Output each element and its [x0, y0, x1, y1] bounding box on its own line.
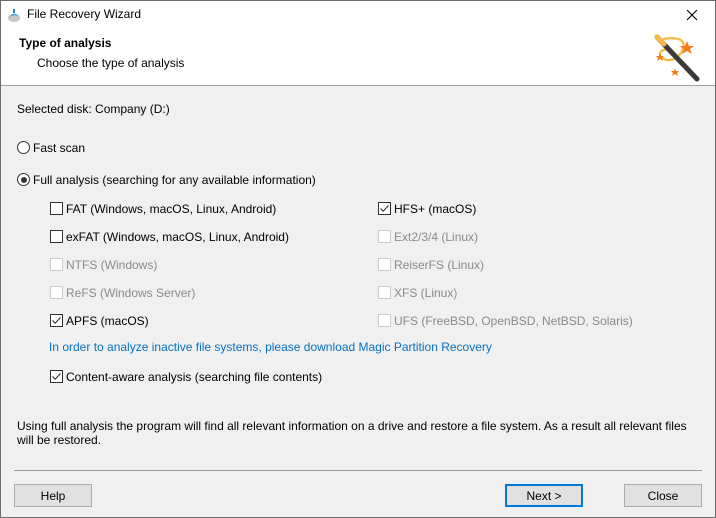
- recovery-app-icon: [8, 9, 20, 22]
- ntfs-label: NTFS (Windows): [66, 258, 158, 272]
- analysis-description: Using full analysis the program will fin…: [17, 419, 687, 447]
- next-button[interactable]: Next >: [505, 484, 583, 507]
- hfsplus-label[interactable]: HFS+ (macOS): [394, 202, 476, 216]
- apfs-label[interactable]: APFS (macOS): [66, 314, 149, 328]
- xfs-label: XFS (Linux): [394, 286, 458, 300]
- close-icon: [686, 9, 698, 21]
- content-aware-label[interactable]: Content-aware analysis (searching file c…: [66, 370, 322, 384]
- wizard-header: Type of analysis Choose the type of anal…: [1, 29, 715, 86]
- content-aware-checkbox[interactable]: [50, 370, 63, 383]
- footer-divider: [14, 470, 702, 471]
- exfat-checkbox[interactable]: [50, 230, 63, 243]
- selected-disk-label: Selected disk: Company (D:): [17, 102, 170, 116]
- ext-label: Ext2/3/4 (Linux): [394, 230, 479, 244]
- refs-checkbox: [50, 286, 63, 299]
- checkmark-icon: [52, 317, 61, 324]
- ufs-label: UFS (FreeBSD, OpenBSD, NetBSD, Solaris): [394, 314, 633, 328]
- reiserfs-checkbox: [378, 258, 391, 271]
- help-button[interactable]: Help: [14, 484, 92, 507]
- checkmark-icon: [52, 373, 61, 380]
- file-recovery-wizard-window: File Recovery Wizard Type of analysis Ch…: [0, 0, 716, 518]
- fast-scan-radio[interactable]: [17, 141, 30, 154]
- exfat-label[interactable]: exFAT (Windows, macOS, Linux, Android): [66, 230, 289, 244]
- page-subtitle: Choose the type of analysis: [37, 56, 185, 70]
- magic-wand-icon: [654, 34, 700, 82]
- apfs-checkbox[interactable]: [50, 314, 63, 327]
- hfsplus-checkbox[interactable]: [378, 202, 391, 215]
- window-title: File Recovery Wizard: [27, 7, 142, 21]
- fast-scan-label[interactable]: Fast scan: [33, 141, 85, 155]
- fat-checkbox[interactable]: [50, 202, 63, 215]
- full-analysis-label[interactable]: Full analysis (searching for any availab…: [33, 173, 316, 187]
- ufs-checkbox: [378, 314, 391, 327]
- full-analysis-radio[interactable]: [17, 173, 30, 186]
- download-partition-recovery-link[interactable]: In order to analyze inactive file system…: [49, 340, 492, 354]
- close-window-button[interactable]: [669, 1, 715, 29]
- close-button[interactable]: Close: [624, 484, 702, 507]
- checkmark-icon: [380, 205, 389, 212]
- fat-label[interactable]: FAT (Windows, macOS, Linux, Android): [66, 202, 276, 216]
- refs-label: ReFS (Windows Server): [66, 286, 196, 300]
- reiserfs-label: ReiserFS (Linux): [394, 258, 485, 272]
- title-bar: File Recovery Wizard: [1, 1, 715, 29]
- page-title: Type of analysis: [19, 36, 112, 50]
- xfs-checkbox: [378, 286, 391, 299]
- ext-checkbox: [378, 230, 391, 243]
- ntfs-checkbox: [50, 258, 63, 271]
